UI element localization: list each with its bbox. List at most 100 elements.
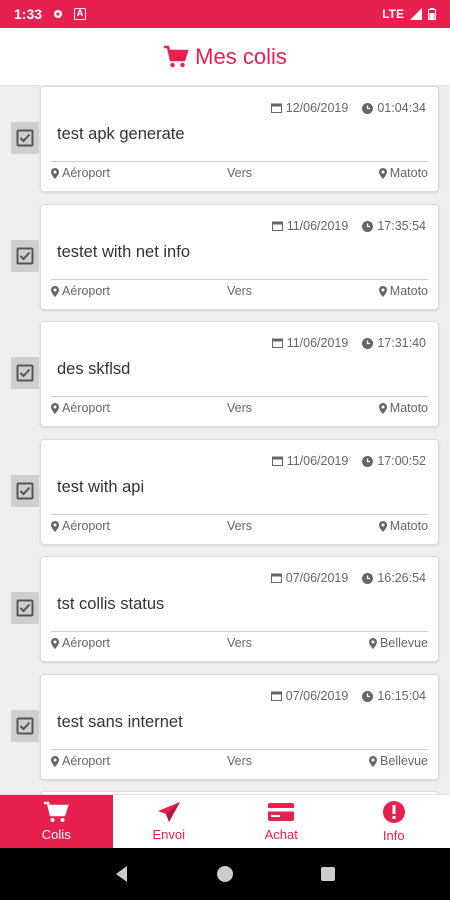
tab-envoi[interactable]: Envoi [113,795,226,848]
calendar-icon [270,691,282,701]
status-time: 1:33 [14,6,43,22]
parcel-checkbox[interactable] [11,475,39,507]
parcel-date: 11/06/2019 [286,219,349,233]
clock-icon [362,102,374,114]
parcel-time: 17:00:52 [377,454,426,468]
parcel-via: Vers [226,401,252,415]
parcel-card[interactable]: 11/06/2019 17:00:52 test with api Aéropo… [40,439,439,545]
parcel-time: 16:15:04 [377,689,426,703]
home-icon[interactable] [216,865,234,883]
clock-icon [362,220,374,232]
tab-colis[interactable]: Colis [0,795,113,848]
parcel-via: Vers [226,166,252,180]
calendar-icon [271,221,283,231]
parcel-date: 07/06/2019 [285,689,349,703]
parcel-row: 12/06/2019 01:04:34 test apk generate Aé… [0,86,450,194]
parcel-checkbox[interactable] [11,240,39,272]
tab-label: Achat [264,827,298,842]
info-icon [382,801,405,823]
location-pin-icon [369,637,378,649]
parcel-card[interactable]: 07/06/2019 16:26:54 tst collis status Aé… [40,556,439,662]
parcel-name: tst collis status [57,595,165,613]
cart-icon [44,801,69,822]
parcel-time: 01:04:34 [377,101,426,115]
parcel-checkbox[interactable] [11,122,39,154]
checkbox-checked-icon [16,129,34,147]
divider [51,396,428,397]
parcel-row: 11/06/2019 17:31:40 des skflsd Aéroport … [0,321,450,429]
parcel-via: Vers [226,519,252,533]
parcel-card[interactable]: 11/06/2019 17:31:40 des skflsd Aéroport … [40,321,439,427]
tab-label: Envoi [152,827,186,842]
location-pin-icon [378,285,387,297]
tab-info[interactable]: Info [338,795,450,848]
calendar-icon [271,456,283,466]
parcel-checkbox[interactable] [11,710,39,742]
tab-label: Info [382,828,405,843]
recents-icon[interactable] [319,865,337,883]
parcel-date: 11/06/2019 [286,454,349,468]
system-nav-bar [0,848,450,900]
parcel-time: 16:26:54 [377,571,426,585]
parcel-row: 07/06/2019 16:26:54 tst collis status Aé… [0,556,450,664]
parcel-name: test apk generate [57,125,185,143]
battery-icon [428,8,436,20]
parcel-to: Bellevue [380,636,428,650]
parcel-name: test sans internet [57,713,183,731]
checkbox-checked-icon [16,717,34,735]
app-header: Mes colis [0,28,450,86]
parcel-card[interactable]: 07/06/2019 16:15:04 test sans internet A… [40,674,439,780]
bottom-tab-bar: Colis Envoi Achat Info [0,794,450,848]
checkbox-checked-icon [16,247,34,265]
calendar-icon [271,338,283,348]
back-icon[interactable] [113,865,131,883]
location-pin-icon [378,402,387,414]
location-pin-icon [378,520,387,532]
parcel-name: testet with net info [57,243,190,261]
parcel-list[interactable]: 12/06/2019 01:04:34 test apk generate Aé… [0,86,450,794]
divider [51,749,428,750]
parcel-checkbox[interactable] [11,357,39,389]
parcel-time: 17:35:54 [377,219,426,233]
parcel-date: 07/06/2019 [285,571,349,585]
parcel-row: 11/06/2019 17:00:52 test with api Aéropo… [0,439,450,547]
calendar-icon [270,573,282,583]
parcel-card[interactable]: 12/06/2019 01:04:34 test apk generate Aé… [40,86,439,192]
a-badge-icon: A [74,8,87,20]
card-icon [268,803,295,821]
parcel-date: 11/06/2019 [286,336,349,350]
clock-icon [362,572,374,584]
location-pin-icon [378,167,387,179]
parcel-to: Matoto [389,401,428,415]
parcel-name: test with api [57,478,145,496]
parcel-to: Matoto [389,166,428,180]
location-pin-icon [369,755,378,767]
send-icon [157,802,180,822]
network-label: LTE [382,7,404,21]
tab-achat[interactable]: Achat [225,795,338,848]
parcel-row: 07/06/2019 16:15:04 test sans internet A… [0,674,450,782]
divider [51,514,428,515]
checkbox-checked-icon [16,599,34,617]
checkbox-checked-icon [16,364,34,382]
signal-icon [410,8,422,20]
parcel-to: Bellevue [380,754,428,768]
divider [51,279,428,280]
parcel-via: Vers [226,284,252,298]
parcel-checkbox[interactable] [11,592,39,624]
divider [51,161,428,162]
parcel-to: Matoto [389,519,428,533]
clock-icon [362,455,374,467]
parcel-time: 17:31:40 [377,336,426,350]
divider [51,631,428,632]
clock-icon [362,337,374,349]
clock-icon [362,690,374,702]
status-bar: 1:33 A LTE [0,0,450,28]
parcel-name: des skflsd [57,360,131,378]
parcel-to: Matoto [389,284,428,298]
tab-label: Colis [41,827,71,842]
calendar-icon [270,103,282,113]
parcel-card[interactable]: 11/06/2019 17:35:54 testet with net info… [40,204,439,310]
parcel-row: 11/06/2019 17:35:54 testet with net info… [0,204,450,312]
parcel-date: 12/06/2019 [285,101,349,115]
